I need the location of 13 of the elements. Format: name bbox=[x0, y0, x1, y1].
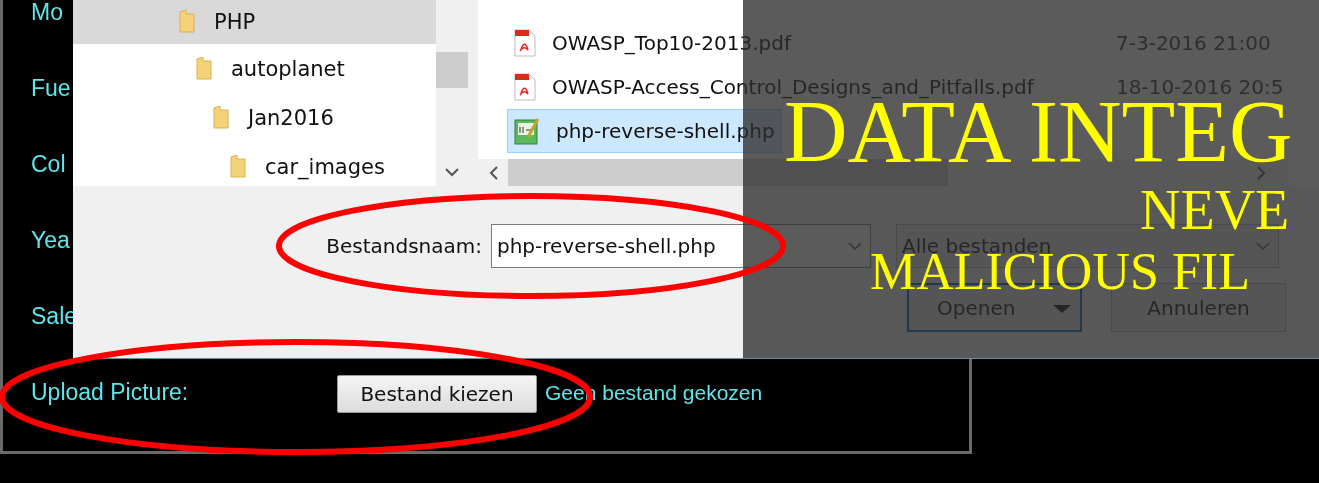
upload-label: Upload Picture: bbox=[31, 378, 189, 406]
form-label: Mo bbox=[31, 0, 63, 26]
filename-label: Bestandsnaam: bbox=[325, 234, 483, 258]
form-label: Yea bbox=[31, 226, 70, 254]
form-label: Col bbox=[31, 150, 66, 178]
folder-name: autoplanet bbox=[231, 56, 345, 81]
form-label: Fue bbox=[31, 74, 71, 102]
slide-text: MALICIOUS FIL bbox=[870, 246, 1250, 298]
folder-name: Jan2016 bbox=[248, 105, 334, 130]
folder-name: car_images bbox=[265, 154, 385, 179]
slide-title: DATA INTEG bbox=[784, 100, 1293, 164]
slide-text: NEVE bbox=[1140, 182, 1290, 238]
folder-name: PHP bbox=[214, 10, 256, 34]
